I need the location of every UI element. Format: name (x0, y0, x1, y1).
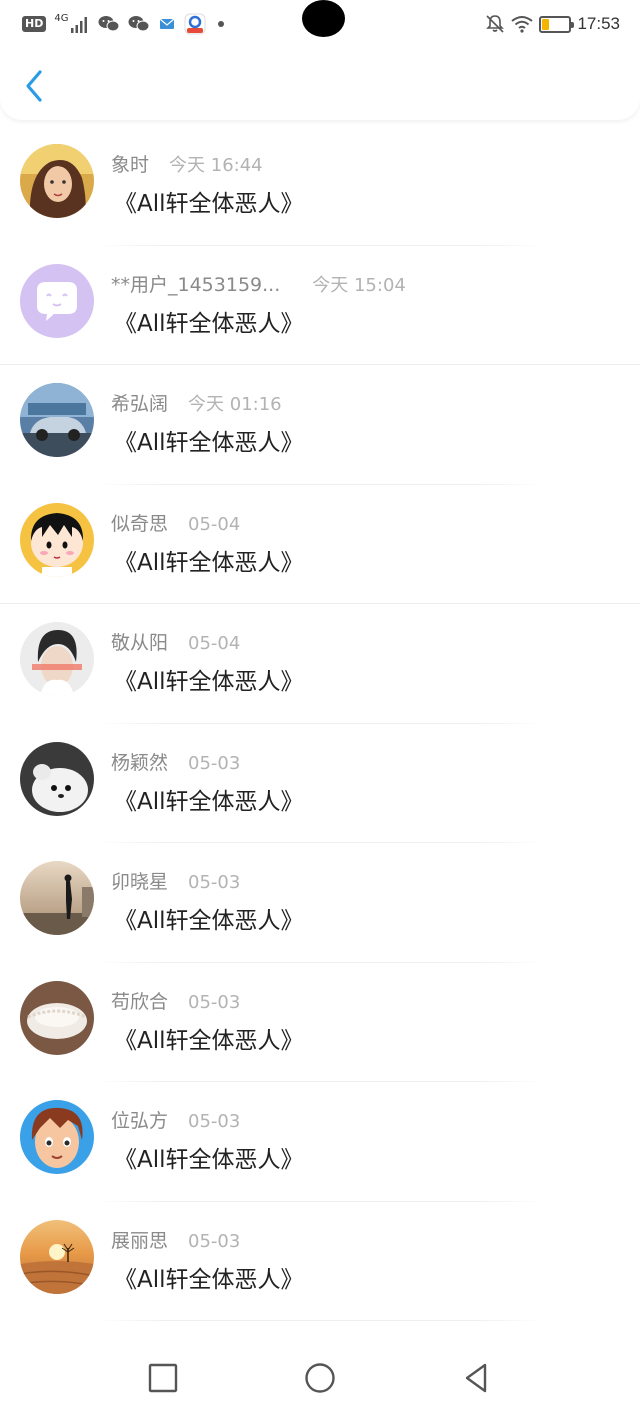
item-title[interactable]: 《All轩全体恶人》 (114, 1140, 304, 1174)
clock: 17:53 (577, 14, 620, 33)
back-triangle-icon (465, 1363, 487, 1393)
list-item[interactable]: 敬从阳 05-04 《All轩全体恶人》 (0, 604, 640, 724)
item-title[interactable]: 《All轩全体恶人》 (114, 304, 304, 338)
list-item[interactable]: **用户_1453159... 今天 15:04 《All轩全体恶人》 (0, 246, 640, 365)
list-item[interactable]: 展丽思 05-03 《All轩全体恶人》 (0, 1202, 640, 1321)
list-item[interactable]: 卯晓星 05-03 《All轩全体恶人》 (0, 843, 640, 963)
status-right: 17:53 (485, 12, 620, 36)
item-title[interactable]: 《All轩全体恶人》 (114, 543, 304, 577)
timestamp: 05-03 (188, 991, 241, 1013)
user-name[interactable]: 象时 (111, 150, 149, 177)
user-name[interactable]: 展丽思 (111, 1226, 168, 1253)
comment-list: 象时 今天 16:44 《All轩全体恶人》 **用户_1453159... 今… (0, 126, 640, 1321)
user-name[interactable]: 苟欣合 (111, 987, 168, 1014)
user-name[interactable]: 希弘阔 (111, 389, 168, 416)
network-type: 4G (54, 12, 69, 24)
avatar[interactable] (20, 144, 94, 218)
wechat-icon (98, 16, 120, 32)
battery-level (542, 18, 550, 30)
user-name[interactable]: **用户_1453159... (111, 270, 280, 297)
nav-back-button[interactable] (454, 1356, 498, 1400)
status-left: HD 4G (22, 12, 225, 36)
user-name[interactable]: 敬从阳 (111, 628, 168, 655)
list-item[interactable]: 象时 今天 16:44 《All轩全体恶人》 (0, 126, 640, 246)
recents-button[interactable] (141, 1356, 185, 1400)
home-circle-icon (305, 1363, 335, 1393)
avatar[interactable] (20, 741, 94, 816)
timestamp: 今天 16:44 (169, 155, 263, 176)
avatar[interactable] (20, 263, 94, 338)
avatar[interactable] (20, 622, 94, 696)
list-item[interactable]: 杨颖然 05-03 《All轩全体恶人》 (0, 724, 640, 843)
wifi-icon (511, 16, 534, 33)
avatar[interactable] (20, 502, 94, 577)
home-button[interactable] (298, 1356, 342, 1400)
item-title[interactable]: 《All轩全体恶人》 (114, 423, 304, 457)
wechat-icon (128, 16, 150, 32)
timestamp: 今天 15:04 (312, 274, 406, 296)
header (0, 48, 640, 120)
item-title[interactable]: 《All轩全体恶人》 (114, 901, 304, 935)
list-item[interactable]: 希弘阔 今天 01:16 《All轩全体恶人》 (0, 365, 640, 485)
timestamp: 05-03 (188, 872, 241, 893)
timestamp: 05-03 (188, 1230, 241, 1252)
signal-icon (71, 17, 88, 33)
app-icon (184, 13, 206, 35)
avatar[interactable] (20, 980, 94, 1055)
recents-square-icon (148, 1363, 178, 1393)
avatar[interactable] (20, 1219, 94, 1294)
name-line: 敬从阳 05-04 (111, 628, 240, 655)
avatar[interactable] (20, 861, 94, 935)
battery-icon (539, 15, 575, 33)
divider (95, 1320, 545, 1321)
avatar[interactable] (20, 1100, 94, 1174)
list-item[interactable]: 似奇思 05-04 《All轩全体恶人》 (0, 485, 640, 604)
back-button[interactable] (20, 66, 50, 106)
chevron-left-icon (26, 70, 42, 102)
notification-dot (218, 21, 225, 27)
timestamp: 05-03 (188, 752, 241, 774)
name-line: 杨颖然 05-03 (111, 748, 240, 775)
list-item[interactable]: 位弘方 05-03 《All轩全体恶人》 (0, 1082, 640, 1202)
name-line: 展丽思 05-03 (111, 1226, 240, 1253)
user-name[interactable]: 位弘方 (111, 1106, 168, 1133)
name-line: 似奇思 05-04 (111, 509, 240, 536)
item-title[interactable]: 《All轩全体恶人》 (114, 1021, 304, 1055)
user-name[interactable]: 似奇思 (111, 509, 168, 536)
name-line: **用户_1453159... 今天 15:04 (111, 270, 406, 297)
user-name[interactable]: 杨颖然 (111, 748, 168, 775)
navigation-bar (0, 1336, 640, 1422)
timestamp: 05-04 (188, 633, 241, 654)
user-name[interactable]: 卯晓星 (111, 867, 168, 894)
status-bar: HD 4G 17:53 (0, 0, 640, 48)
timestamp: 今天 01:16 (188, 394, 282, 415)
hd-badge: HD (22, 16, 47, 32)
item-title[interactable]: 《All轩全体恶人》 (114, 782, 304, 816)
item-title[interactable]: 《All轩全体恶人》 (114, 662, 304, 696)
name-line: 卯晓星 05-03 (111, 867, 240, 894)
item-title[interactable]: 《All轩全体恶人》 (114, 1260, 304, 1294)
name-line: 苟欣合 05-03 (111, 987, 240, 1014)
timestamp: 05-03 (188, 1111, 241, 1132)
item-title[interactable]: 《All轩全体恶人》 (114, 184, 304, 218)
avatar[interactable] (20, 383, 94, 457)
name-line: 希弘阔 今天 01:16 (111, 389, 282, 416)
mail-icon (160, 18, 175, 29)
timestamp: 05-04 (188, 513, 241, 535)
mute-bell-icon (486, 15, 505, 33)
name-line: 位弘方 05-03 (111, 1106, 240, 1133)
name-line: 象时 今天 16:44 (111, 150, 263, 177)
list-item[interactable]: 苟欣合 05-03 《All轩全体恶人》 (0, 963, 640, 1082)
camera-cutout (302, 0, 345, 37)
